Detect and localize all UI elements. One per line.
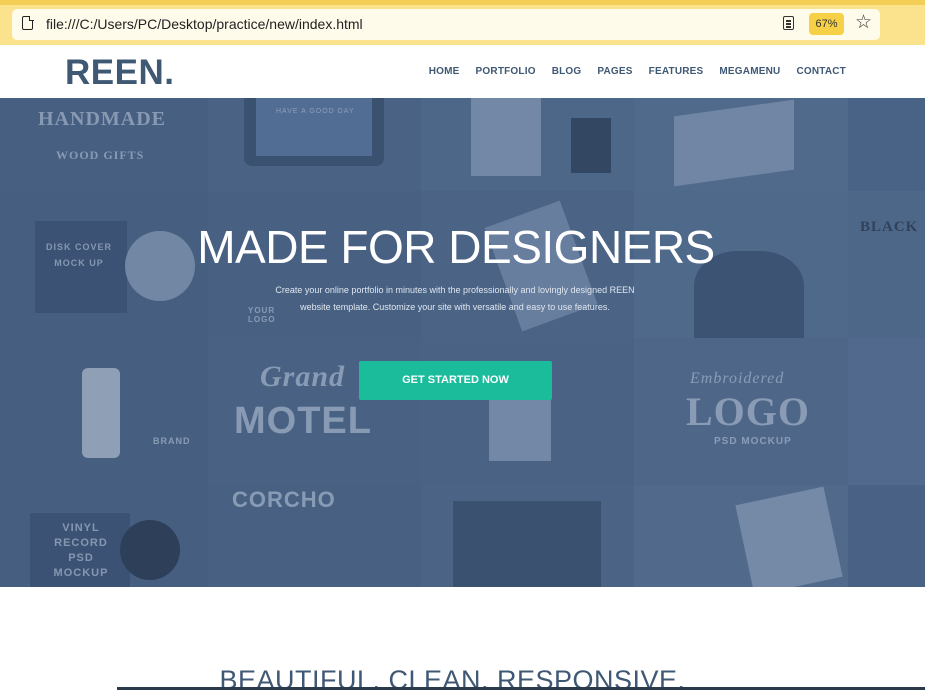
nav-portfolio[interactable]: PORTFOLIO xyxy=(476,66,536,77)
nav-home[interactable]: HOME xyxy=(429,66,460,77)
reader-view-icon[interactable] xyxy=(783,16,794,30)
site-logo[interactable]: REEN. xyxy=(65,53,174,93)
get-started-button[interactable]: GET STARTED NOW xyxy=(359,361,552,400)
hero-section: HANDMADE WOOD GIFTS HAVE A GOOD DAY DISK… xyxy=(0,98,925,587)
address-bar[interactable]: file:///C:/Users/PC/Desktop/practice/new… xyxy=(12,9,880,40)
section-title: BEAUTIFUL. CLEAN. RESPONSIVE. xyxy=(219,665,686,695)
browser-toolbar: file:///C:/Users/PC/Desktop/practice/new… xyxy=(0,0,925,45)
hero-subtitle: Create your online portfolio in minutes … xyxy=(270,282,640,316)
zoom-level-badge[interactable]: 67% xyxy=(809,13,844,35)
hero-overlay xyxy=(0,98,925,587)
nav-megamenu[interactable]: MEGAMENU xyxy=(719,66,780,77)
hero-subtitle-line-2: website template. Customize your site wi… xyxy=(300,302,610,312)
nav-blog[interactable]: BLOG xyxy=(552,66,582,77)
hero-title: MADE FOR DESIGNERS xyxy=(197,221,715,273)
main-nav: HOME PORTFOLIO BLOG PAGES FEATURES MEGAM… xyxy=(429,66,846,77)
toolbar-accent-line xyxy=(0,0,925,5)
hero-subtitle-line-1: Create your online portfolio in minutes … xyxy=(275,285,635,295)
nav-contact[interactable]: CONTACT xyxy=(796,66,846,77)
nav-features[interactable]: FEATURES xyxy=(649,66,704,77)
url-text[interactable]: file:///C:/Users/PC/Desktop/practice/new… xyxy=(46,16,363,32)
page-icon xyxy=(22,15,34,30)
bookmark-star-icon[interactable]: ☆ xyxy=(855,12,872,34)
site-header: REEN. HOME PORTFOLIO BLOG PAGES FEATURES… xyxy=(0,45,925,98)
nav-pages[interactable]: PAGES xyxy=(597,66,632,77)
